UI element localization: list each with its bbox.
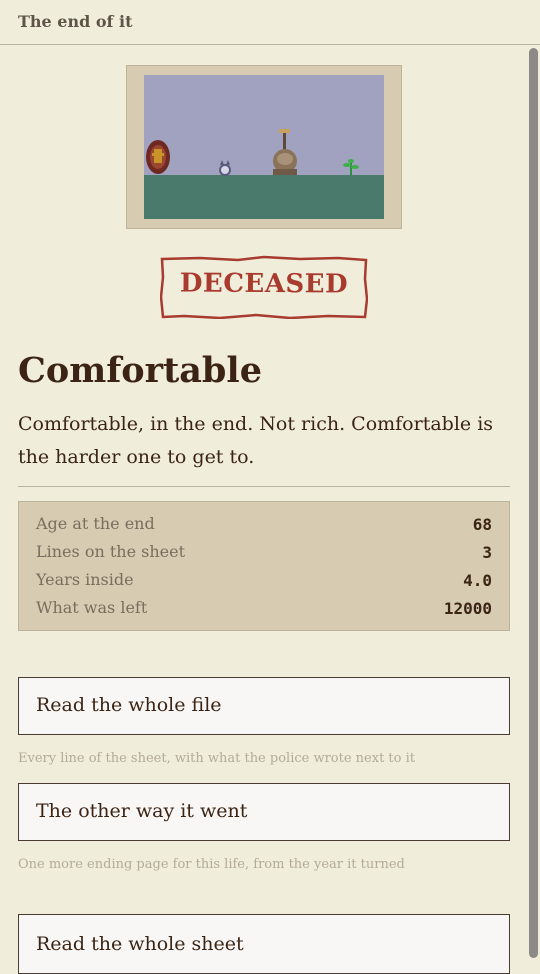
stat-label: What was left [36, 598, 148, 617]
scrollbar-thumb[interactable] [529, 48, 538, 958]
stat-row-what-was-left: What was left 12000 [36, 598, 492, 626]
stat-value: 12000 [443, 599, 492, 618]
other-way-it-went-caption: One more ending page for this life, from… [18, 857, 405, 872]
stat-value: 4.0 [463, 571, 492, 590]
stat-row-age: Age at the end 68 [36, 514, 492, 542]
ending-summary: Comfortable, in the end. Not rich. Comfo… [18, 413, 494, 468]
stat-label: Years inside [36, 570, 134, 589]
page-header-title: The end of it [18, 12, 133, 31]
divider [18, 486, 510, 487]
sky [144, 75, 384, 175]
ending-scene [144, 75, 384, 219]
ending-scene-frame [126, 65, 402, 229]
stat-label: Lines on the sheet [36, 542, 186, 561]
stat-row-years-inside: Years inside 4.0 [36, 570, 492, 598]
deceased-stamp: DECEASED [160, 255, 368, 319]
stat-row-lines: Lines on the sheet 3 [36, 542, 492, 570]
stat-value: 3 [482, 543, 492, 562]
ending-title: Comfortable [18, 350, 262, 391]
button-label: Read the whole file [36, 694, 222, 716]
coffin-icon [146, 140, 170, 174]
button-label: Read the whole sheet [36, 933, 244, 955]
read-whole-file-button[interactable]: Read the whole file [18, 677, 510, 735]
ground [144, 175, 384, 219]
stat-label: Age at the end [36, 514, 155, 533]
stat-value: 68 [472, 515, 492, 534]
top-bar: The end of it [0, 0, 540, 45]
read-whole-sheet-button[interactable]: Read the whole sheet [18, 914, 510, 974]
button-label: The other way it went [36, 800, 248, 822]
read-whole-file-caption: Every line of the sheet, with what the p… [18, 751, 415, 766]
stamp-text: DECEASED [179, 268, 349, 300]
other-way-it-went-button[interactable]: The other way it went [18, 783, 510, 841]
stats-panel: Age at the end 68 Lines on the sheet 3 Y… [18, 501, 510, 631]
